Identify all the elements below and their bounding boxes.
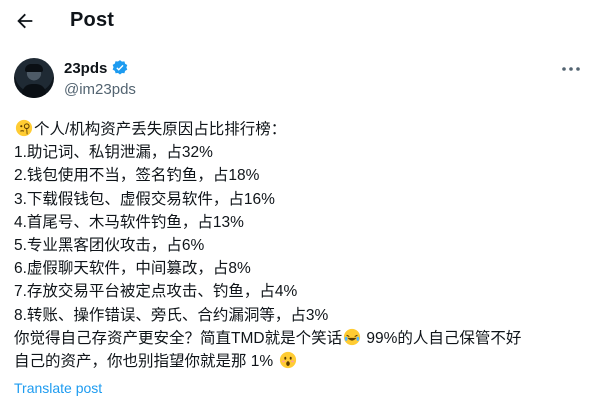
post-content: 个人/机构资产丢失原因占比排行榜： 1.助记词、私钥泄漏，占32% 2.钱包使用… — [14, 118, 584, 373]
list-item: 3.下载假钱包、虚假交易软件，占16% — [14, 190, 275, 208]
list-item: 7.存放交易平台被定点攻击、钓鱼，占4% — [14, 283, 298, 301]
post-intro-line: 个人/机构资产丢失原因占比排行榜： — [14, 118, 584, 141]
list-item: 1.助记词、私钥泄漏，占32% — [14, 144, 213, 162]
translate-post-link[interactable]: Translate post — [14, 380, 102, 396]
back-button[interactable] — [12, 8, 38, 34]
verified-badge-icon — [113, 60, 128, 75]
face-with-monocle-icon — [15, 119, 33, 137]
post-closing-line: 你觉得自己存资产更安全？简直TMD就是个笑话 99%的人自己保管不好 — [14, 327, 584, 350]
list-item: 8.转账、操作错误、旁氏、合约漏洞等，占3% — [14, 306, 329, 324]
post-intro-text: 个人/机构资产丢失原因占比排行榜： — [34, 121, 287, 138]
user-name[interactable]: 23pds — [64, 60, 107, 77]
page-title: Post — [70, 9, 115, 31]
list-item: 6.虚假聊天软件，中间篡改，占8% — [14, 260, 251, 278]
list-item: 2.钱包使用不当，签名钓鱼，占18% — [14, 167, 260, 185]
post-closing-text-a: 你觉得自己存资产更安全？简直TMD就是个笑话 — [14, 329, 343, 347]
arrow-left-icon — [17, 13, 33, 29]
avatar[interactable] — [14, 58, 54, 98]
post-closing-text-c: 自己的资产，你也别指望你就是那 1% — [14, 353, 274, 371]
rolling-on-floor-laughing-icon — [343, 328, 361, 345]
list-item: 5.专业黑客团伙攻击，占6% — [14, 237, 205, 255]
hushed-face-icon — [279, 351, 296, 369]
post-closing-text-b: 99%的人自己保管不好 — [362, 329, 522, 347]
post-closing-line-2: 自己的资产，你也别指望你就是那 1% — [14, 350, 584, 373]
user-name-row[interactable]: 23pds — [64, 59, 129, 77]
list-item: 4.首尾号、木马软件钓鱼，占13% — [14, 213, 244, 231]
more-options-button[interactable] — [560, 60, 582, 78]
user-handle[interactable]: @im23pds — [64, 81, 136, 98]
more-horizontal-icon — [562, 67, 580, 71]
post-header: Post — [0, 0, 592, 42]
